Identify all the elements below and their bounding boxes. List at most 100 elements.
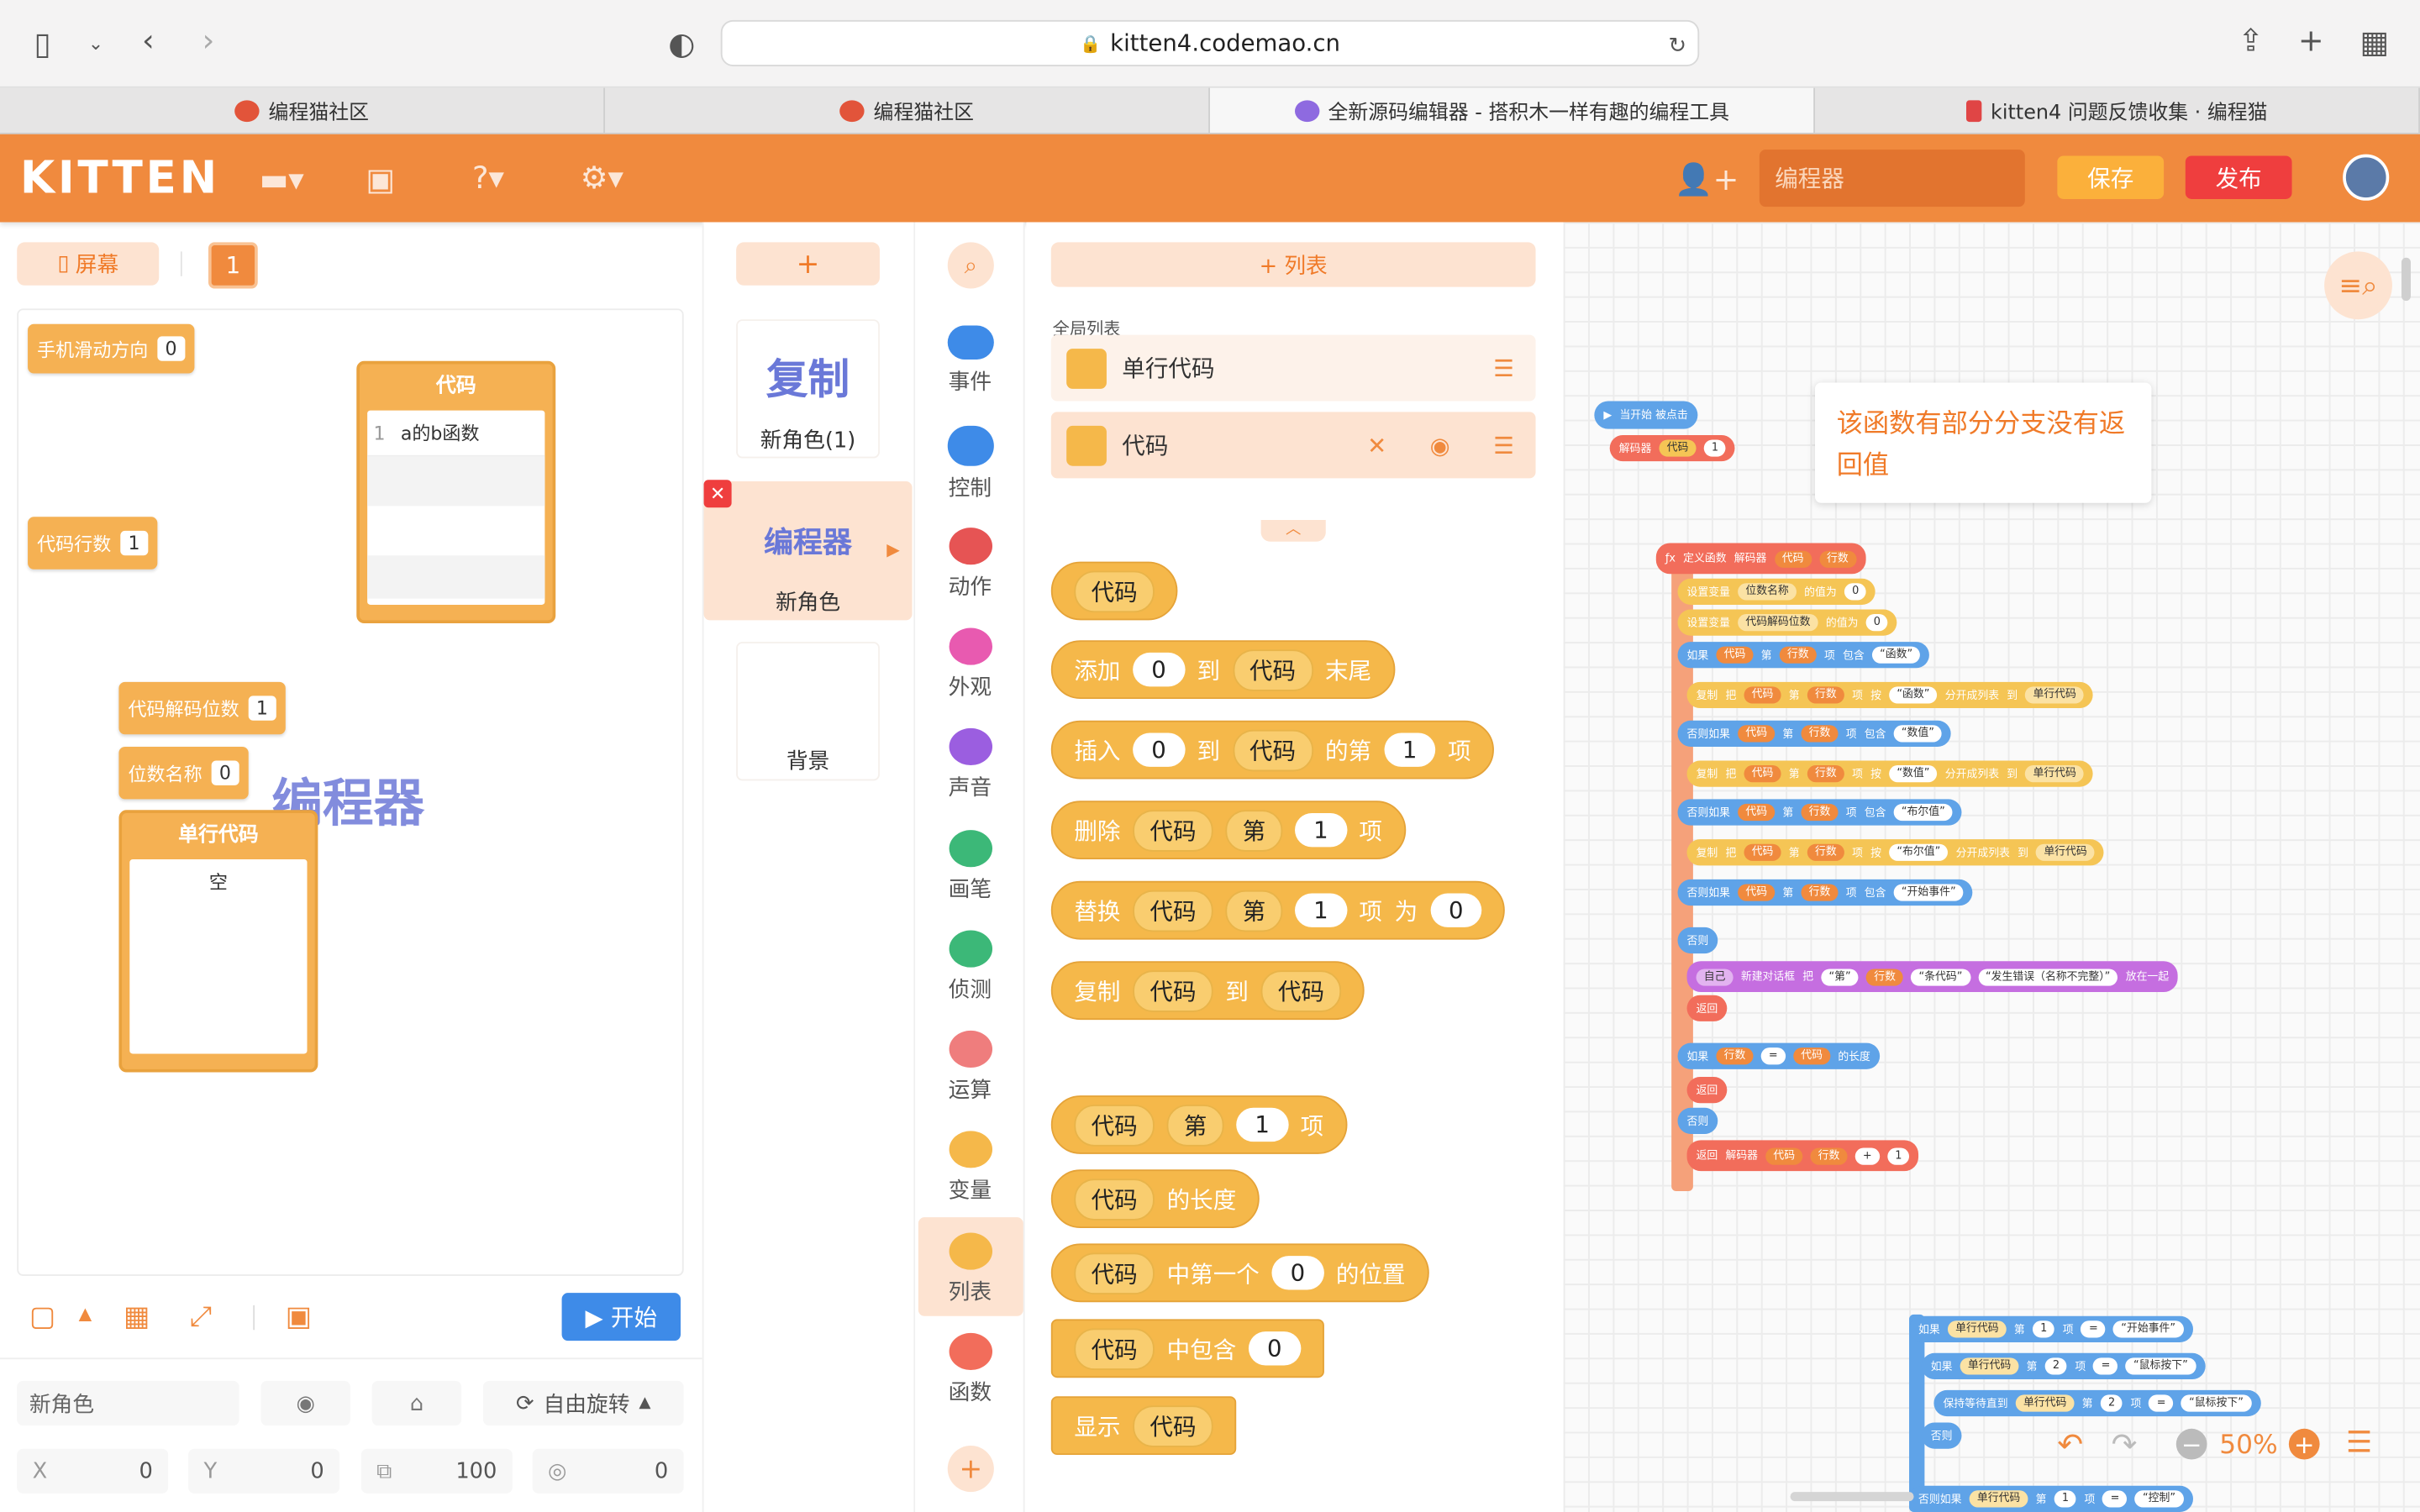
back-icon[interactable]: ‹	[142, 24, 155, 55]
if-block[interactable]: 如果 单行代码第 2 项 = “鼠标按下”	[1921, 1352, 2205, 1380]
horizontal-scrollbar[interactable]	[1790, 1492, 1914, 1502]
category-variables[interactable]: 变量	[915, 1131, 1024, 1205]
block-list-add[interactable]: 添加 0 到代码 末尾	[1050, 640, 1395, 700]
backpack-icon[interactable]: ▣	[366, 160, 395, 197]
address-bar[interactable]: 🔒 kitten4.codemao.cn	[720, 19, 1700, 66]
privacy-shield-icon[interactable]: ◐	[668, 28, 695, 59]
share-icon[interactable]: ⇪	[2238, 24, 2264, 55]
chevron-down-icon[interactable]: ⌄	[88, 28, 103, 59]
if-block[interactable]: 如果 代码第行数项包含 “函数”	[1677, 642, 1930, 669]
list-monitor-code[interactable]: 代码 1 a的b函数	[356, 360, 556, 624]
y-position-field[interactable]: Y0	[188, 1448, 340, 1494]
avatar[interactable]	[2343, 154, 2390, 201]
grid-icon[interactable]: ▦	[124, 1300, 150, 1333]
list-monitor-single[interactable]: 单行代码 空	[118, 810, 318, 1073]
browser-tab-2[interactable]: 编程猫社区	[605, 87, 1210, 133]
if-block[interactable]: 如果 行数 = 代码 的长度	[1677, 1042, 1880, 1069]
block-list-index-of[interactable]: 代码 中第一个 0 的位置	[1050, 1243, 1429, 1303]
size-field[interactable]: ⧉ 100	[360, 1448, 513, 1494]
sprite-card-copy[interactable]: 复制 新角色(1)	[736, 319, 880, 459]
rotation-mode-select[interactable]: ⟳ 自由旋转 ▲	[482, 1380, 684, 1426]
return-recursive-block[interactable]: 返回 解码器 代码 行数 +1	[1686, 1140, 1919, 1172]
else-if-block[interactable]: 否则如果 代码第行数项包含 “开始事件”	[1677, 879, 1973, 906]
new-dialog-block[interactable]: 自己 新建对话框把 “第” 行数 “条代码” “发生错误（名称不完整）” 放在一起	[1686, 961, 2179, 993]
fullscreen-icon[interactable]: ⤢	[190, 1300, 212, 1333]
undo-icon[interactable]: ↶	[2057, 1425, 2083, 1462]
category-looks[interactable]: 外观	[915, 627, 1024, 702]
record-icon[interactable]: ▣	[286, 1300, 312, 1333]
small-stage-icon[interactable]: ▢	[29, 1300, 55, 1333]
block-list-replace[interactable]: 替换 代码第 1 项为 0	[1050, 880, 1506, 940]
else-if-block[interactable]: 否则如果 代码第行数项包含 “数值”	[1677, 720, 1952, 747]
redo-icon[interactable]: ↷	[2112, 1425, 2138, 1462]
when-start-hat-block[interactable]: ▶ 当开始 被点击	[1594, 401, 1697, 429]
variable-monitor-swipe[interactable]: 手机滑动方向 0	[28, 323, 194, 374]
define-function-block[interactable]: ƒx 定义函数 解码器 代码 行数	[1655, 543, 1865, 575]
else-block[interactable]: 否则	[1921, 1422, 1962, 1449]
add-list-button[interactable]: + 列表	[1050, 242, 1536, 287]
forward-icon[interactable]: ›	[203, 24, 215, 55]
sprite-card-background[interactable]: 背景	[736, 642, 880, 781]
start-button[interactable]: ▶ 开始	[561, 1293, 681, 1341]
gear-icon[interactable]: ⚙▾	[581, 159, 623, 196]
category-control[interactable]: 控制	[915, 425, 1024, 503]
list-item-single-code[interactable]: 单行代码 ☰	[1050, 334, 1536, 402]
category-operators[interactable]: 运算	[915, 1030, 1024, 1105]
block-list-insert[interactable]: 插入 0 到代码 的第 1 项	[1050, 720, 1495, 780]
direction-field[interactable]: ◎ 0	[532, 1448, 684, 1494]
code-search-icon[interactable]: ≡⌕	[2324, 251, 2392, 320]
block-list-length[interactable]: 代码 的长度	[1050, 1169, 1260, 1229]
block-list-delete[interactable]: 删除 代码第 1 项	[1050, 801, 1406, 860]
delete-sprite-icon[interactable]: ✕	[703, 480, 732, 508]
add-extension-icon[interactable]: +	[947, 1446, 994, 1493]
vertical-scrollbar[interactable]	[2401, 257, 2411, 302]
chevron-up-icon[interactable]: ▲	[79, 1304, 92, 1324]
add-sprite-button[interactable]: +	[736, 242, 880, 286]
wait-until-block[interactable]: 保持等待直到 单行代码第 2 项 = “鼠标按下”	[1933, 1389, 2261, 1417]
save-button[interactable]: 保存	[2057, 155, 2165, 199]
copy-split-block[interactable]: 复制把代码第行数项按 “数值” 分开成列表到单行代码	[1686, 760, 2094, 787]
add-collaborator-icon[interactable]: 👤+	[1675, 160, 1739, 197]
block-list-copy[interactable]: 复制 代码到代码	[1050, 961, 1365, 1021]
block-search-icon[interactable]: ⌕	[947, 242, 994, 289]
category-events[interactable]: 事件	[915, 325, 1024, 396]
browser-tab-4[interactable]: kitten4 问题反馈收集 · 编程猫	[1815, 87, 2420, 133]
copy-split-block[interactable]: 复制把代码第行数项按 “布尔值” 分开成列表到单行代码	[1686, 839, 2104, 866]
else-if-block[interactable]: 否则如果 代码第行数项包含 “布尔值”	[1677, 799, 1962, 826]
publish-button[interactable]: 发布	[2185, 155, 2292, 199]
block-list-reporter[interactable]: 代码	[1050, 561, 1178, 621]
help-icon[interactable]: ?▾	[472, 159, 504, 196]
screen-button[interactable]: ▯ 屏幕	[17, 242, 160, 286]
variable-monitor-name-pos[interactable]: 位数名称 0	[118, 746, 249, 800]
variable-monitor-decode-pos[interactable]: 代码解码位数 1	[118, 681, 286, 735]
copy-split-block[interactable]: 复制把代码第行数项按 “函数” 分开成列表到单行代码	[1686, 681, 2094, 709]
category-sensing[interactable]: 侦测	[915, 930, 1024, 1005]
sprite-name-input[interactable]: 新角色	[17, 1380, 239, 1426]
show-list-eye-icon[interactable]: ◉	[1430, 431, 1450, 459]
return-block[interactable]: 返回	[1686, 995, 1728, 1021]
else-if-block[interactable]: 否则如果 单行代码第 1 项 = “控制”	[1909, 1485, 2193, 1512]
category-sound[interactable]: 声音	[915, 727, 1024, 802]
return-block[interactable]: 返回	[1686, 1077, 1728, 1104]
block-list-show[interactable]: 显示 代码	[1050, 1396, 1237, 1456]
set-variable-block[interactable]: 设置变量 位数名称 的值为 0	[1677, 578, 1876, 605]
if-block[interactable]: 如果 单行代码第 1 项 = “开始事件”	[1909, 1315, 2193, 1342]
lock-icon[interactable]: ⌂	[371, 1380, 462, 1426]
block-list-item[interactable]: 代码第 1 项	[1050, 1095, 1347, 1154]
category-lists[interactable]: 列表	[915, 1232, 1024, 1307]
x-position-field[interactable]: X0	[17, 1448, 169, 1494]
sidebar-toggle-icon[interactable]: ▯	[34, 28, 50, 59]
category-motion[interactable]: 动作	[915, 528, 1024, 601]
project-name-input[interactable]: 编程器	[1759, 150, 2025, 207]
browser-tab-3[interactable]: 全新源码编辑器 - 搭积木一样有趣的编程工具	[1209, 87, 1815, 133]
variable-monitor-lines[interactable]: 代码行数 1	[28, 517, 157, 570]
set-variable-block[interactable]: 设置变量 代码解码位数 的值为 0	[1677, 609, 1898, 636]
new-tab-icon[interactable]: +	[2298, 24, 2324, 55]
screen-tab-1[interactable]: 1	[208, 242, 258, 289]
else-block[interactable]: 否则	[1677, 927, 1718, 954]
zoom-in-icon[interactable]: +	[2288, 1428, 2320, 1460]
else-block[interactable]: 否则	[1677, 1107, 1718, 1134]
call-decoder-block[interactable]: 解码器 代码 1	[1609, 434, 1736, 462]
reload-icon[interactable]: ↻	[1669, 31, 1687, 62]
browser-tab-1[interactable]: 编程猫社区	[0, 87, 605, 133]
